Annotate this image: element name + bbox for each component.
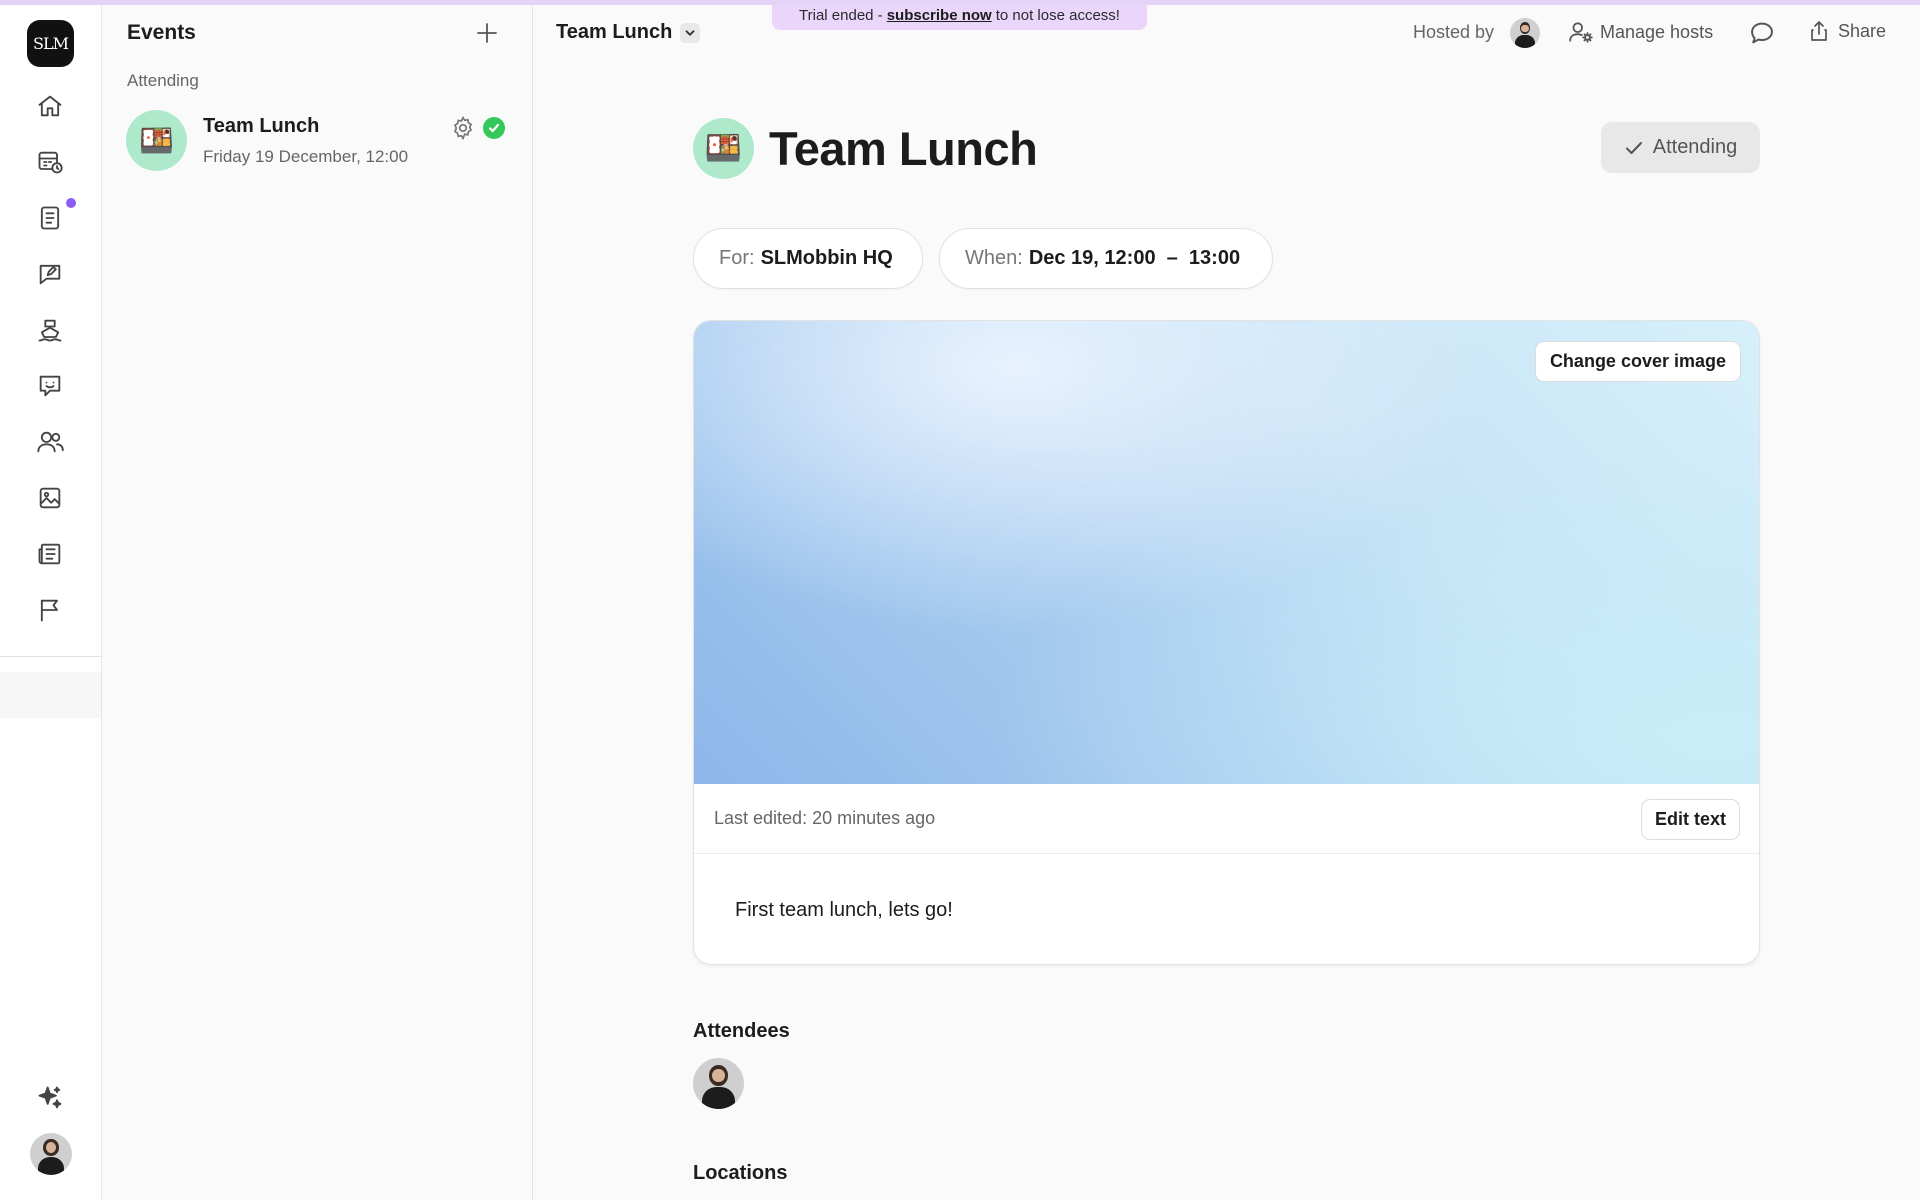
attendees-heading: Attendees	[693, 1020, 790, 1042]
hosted-by-label: Hosted by	[1413, 22, 1495, 42]
calendar-clock-icon[interactable]	[33, 145, 67, 179]
notebook-icon[interactable]	[33, 201, 67, 235]
event-emoji-avatar-large[interactable]: 🍱	[693, 117, 754, 179]
when-value: Dec 19, 12:00 – 13:00	[1028, 247, 1241, 269]
last-edited-text: Last edited: 20 minutes ago	[714, 808, 936, 828]
attending-label: Attending	[1652, 136, 1738, 158]
when-pill[interactable]: When: Dec 19, 12:00 – 13:00	[939, 228, 1273, 289]
newspaper-icon[interactable]	[33, 537, 67, 571]
chat-smile-icon[interactable]	[33, 369, 67, 403]
share-button[interactable]: Share	[1807, 19, 1886, 43]
subscribe-link[interactable]: subscribe now	[887, 7, 992, 24]
rail-divider	[0, 656, 101, 657]
edit-meta-row: Last edited: 20 minutes ago Edit text	[694, 784, 1759, 854]
event-name: Team Lunch	[203, 115, 320, 137]
share-label: Share	[1838, 20, 1887, 41]
event-title-row: 🍱 Team Lunch	[693, 116, 1038, 180]
for-pill[interactable]: For: SLMobbin HQ	[693, 228, 923, 289]
attending-button[interactable]: Attending	[1601, 122, 1760, 173]
manage-hosts-label: Manage hosts	[1600, 21, 1714, 42]
boat-icon[interactable]	[33, 313, 67, 347]
add-event-button[interactable]	[472, 18, 502, 48]
trial-prefix: Trial ended -	[799, 6, 883, 24]
app-logo[interactable]: SLM	[27, 20, 74, 67]
event-list-item[interactable]: 🍱 Team Lunch Friday 19 December, 12:00	[119, 106, 519, 182]
locations-heading: Locations	[693, 1162, 788, 1184]
app-rail: SLM	[0, 0, 102, 1200]
top-accent-bar	[0, 0, 1920, 5]
bento-icon: 🍱	[704, 131, 743, 165]
for-key: For:	[719, 247, 755, 269]
host-avatar[interactable]	[1510, 18, 1540, 48]
event-date: Friday 19 December, 12:00	[203, 147, 409, 166]
image-icon[interactable]	[33, 481, 67, 515]
change-cover-button[interactable]: Change cover image	[1534, 341, 1741, 382]
people-icon[interactable]	[33, 425, 67, 459]
rail-empty-slot	[0, 672, 101, 718]
chevron-down-icon	[680, 22, 701, 43]
events-panel: Events Attending 🍱 Team Lunch Friday 19 …	[102, 0, 533, 1200]
top-header: Team Lunch Trial ended - subscribe now t…	[533, 0, 1920, 65]
event-emoji-avatar: 🍱	[126, 110, 187, 171]
chat-edit-icon[interactable]	[33, 257, 67, 291]
section-label-attending: Attending	[127, 71, 199, 90]
attending-check-icon	[483, 117, 505, 139]
share-icon	[1811, 21, 1827, 41]
trial-suffix: to not lose access!	[995, 6, 1120, 24]
panel-title: Events	[127, 21, 196, 44]
event-switcher[interactable]: Team Lunch	[556, 21, 701, 44]
cover-image: Change cover image	[694, 321, 1759, 784]
edit-text-button[interactable]: Edit text	[1640, 799, 1740, 840]
event-description: First team lunch, lets go!	[735, 899, 953, 921]
breadcrumb-title: Team Lunch	[556, 21, 673, 43]
bento-icon: 🍱	[139, 125, 174, 156]
for-value: SLMobbin HQ	[760, 247, 893, 269]
user-avatar[interactable]	[30, 1133, 72, 1175]
home-icon[interactable]	[33, 89, 67, 123]
manage-hosts-button[interactable]: Manage hosts	[1568, 19, 1713, 45]
checkmark-icon	[1625, 141, 1642, 154]
notification-dot	[66, 198, 76, 208]
when-key: When:	[965, 247, 1023, 269]
event-card: Change cover image Last edited: 20 minut…	[693, 320, 1760, 965]
flag-icon[interactable]	[33, 593, 67, 627]
comment-icon[interactable]	[1748, 19, 1776, 47]
attendee-avatar[interactable]	[693, 1058, 744, 1109]
sparkles-icon[interactable]	[33, 1081, 67, 1115]
event-title: Team Lunch	[769, 121, 1038, 175]
gear-icon[interactable]	[450, 115, 476, 141]
user-gear-icon	[1569, 22, 1593, 43]
